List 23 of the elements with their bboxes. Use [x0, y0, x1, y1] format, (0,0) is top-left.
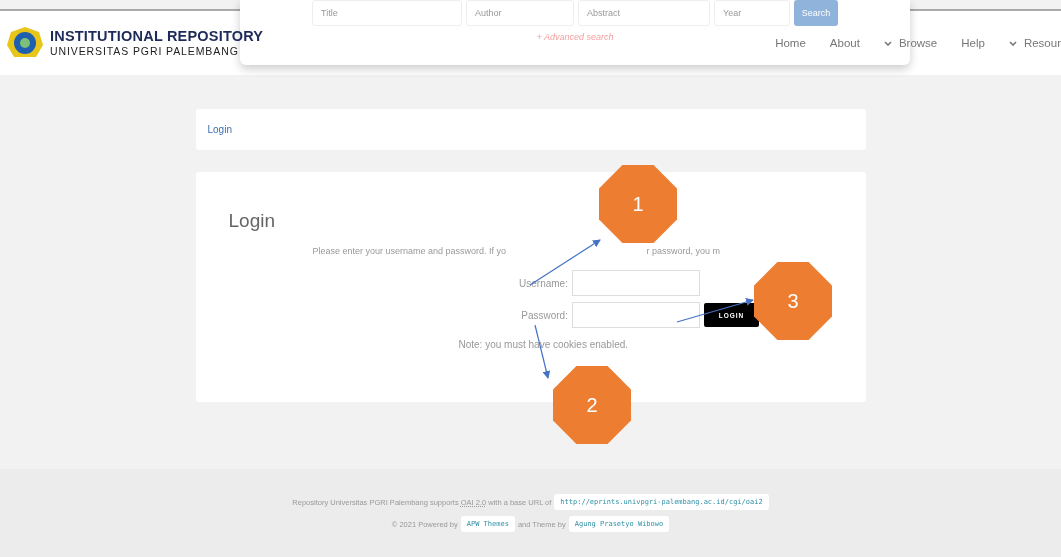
- site-title: INSTITUTIONAL REPOSITORY: [50, 28, 264, 45]
- instruction-text: r password, you m: [646, 246, 721, 256]
- nav-link[interactable]: Help: [961, 37, 985, 49]
- nav-link[interactable]: Home: [775, 37, 806, 49]
- login-heading: Login: [228, 210, 275, 232]
- search-field[interactable]: Author: [466, 0, 574, 26]
- nav-link[interactable]: Browse: [883, 37, 938, 49]
- search-field[interactable]: Year: [714, 0, 790, 26]
- site-subtitle: UNIVERSITAS PGRI PALEMBANG: [50, 45, 240, 58]
- nav-link[interactable]: Resour: [1008, 37, 1061, 49]
- chevron-down-icon: [1008, 40, 1017, 46]
- breadcrumb-link[interactable]: Login: [207, 124, 232, 135]
- password-field[interactable]: [571, 302, 700, 328]
- username-field[interactable]: [571, 270, 700, 296]
- password-label: Password:: [520, 309, 568, 321]
- nav-link[interactable]: About: [829, 37, 860, 49]
- university-logo-icon: [6, 26, 44, 60]
- numbered-callout: 2: [553, 366, 631, 444]
- search-field[interactable]: Abstract: [578, 0, 710, 26]
- search-field[interactable]: Title: [312, 0, 462, 26]
- instruction-text: Please enter your username and password. If yo: [312, 246, 507, 256]
- chevron-down-icon: [883, 40, 892, 46]
- username-label: Username:: [518, 277, 568, 289]
